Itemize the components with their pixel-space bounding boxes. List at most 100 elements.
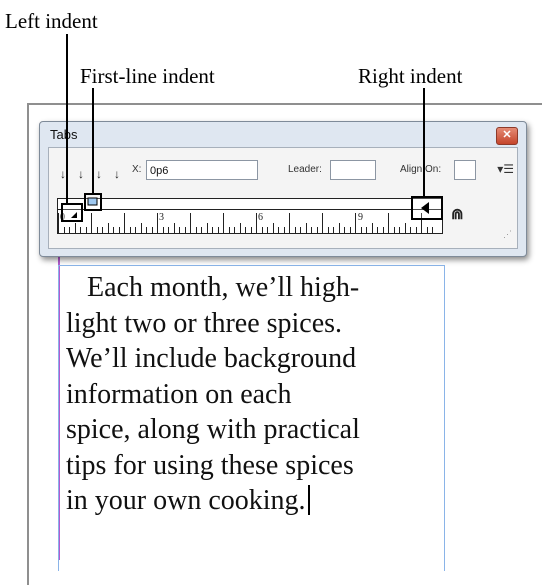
ruler-tick (327, 227, 329, 233)
ruler-tick (250, 227, 252, 233)
ruler-tick (107, 223, 109, 233)
left-indent-marker[interactable] (61, 203, 83, 222)
tab-ruler[interactable]: 0 3 6 9 (57, 198, 443, 234)
right-indent-triangle-icon (421, 202, 429, 214)
text-line-6: tips for using these spices (66, 449, 354, 481)
ruler-tick (74, 223, 76, 233)
ruler-tick (184, 227, 186, 233)
panel-menu-icon[interactable]: ▾☰ (497, 162, 514, 176)
ruler-tick (91, 213, 92, 233)
ruler-tick (63, 227, 65, 233)
ruler-number-9: 9 (358, 212, 363, 223)
ruler-tick (338, 223, 340, 233)
right-indent-leader (423, 88, 425, 197)
close-button[interactable]: ✕ (496, 127, 518, 145)
ruler-tick (162, 227, 164, 233)
left-indent-callout: Left indent (5, 9, 98, 33)
left-indent-leader (66, 34, 68, 204)
right-indent-callout: Right indent (358, 64, 463, 88)
ruler-tick (278, 227, 279, 233)
ruler-tick (316, 227, 318, 233)
leader-field[interactable] (330, 160, 376, 180)
ruler-tick (173, 223, 175, 233)
panel-title: Tabs (50, 127, 78, 142)
ruler-tick (404, 223, 406, 233)
ruler-tick (245, 227, 246, 233)
x-position-field[interactable]: 0p6 (146, 160, 258, 180)
ruler-tick (146, 227, 147, 233)
left-indent-triangle-icon (71, 212, 77, 218)
ruler-tick (410, 227, 411, 233)
ruler-tick (135, 227, 136, 233)
right-justified-tab-icon[interactable]: ↓ (94, 167, 104, 181)
ruler-tick (113, 227, 114, 233)
body-text[interactable]: Each month, we’ll high- light two or thr… (66, 270, 436, 519)
ruler-tick (388, 213, 389, 233)
text-line-7: in your own cooking. (66, 485, 306, 516)
first-line-indent-callout: First-line indent (80, 64, 215, 88)
ruler-tick (217, 227, 219, 233)
ruler-tick (415, 227, 417, 233)
align-on-field[interactable] (454, 160, 476, 180)
ruler-tick (399, 227, 400, 233)
ruler-tick (223, 213, 224, 233)
ruler-tick (393, 227, 395, 233)
first-line-indent-triangle-icon (87, 197, 98, 206)
ruler-tick (289, 213, 290, 233)
ruler-tick (124, 213, 125, 233)
ruler-tick (371, 223, 373, 233)
ruler-tick (305, 223, 307, 233)
ruler-tick (344, 227, 345, 233)
ruler-tick (239, 223, 241, 233)
ruler-tick (201, 227, 202, 233)
ruler-tick (366, 227, 367, 233)
resize-grip-icon[interactable]: ⋰ (503, 229, 512, 240)
right-indent-marker[interactable] (411, 196, 443, 220)
ruler-tick (256, 213, 257, 233)
ruler-number-6: 6 (258, 212, 263, 223)
tab-stop-band[interactable] (58, 199, 442, 210)
ruler-tick (377, 227, 378, 233)
ruler-tick (190, 213, 191, 233)
text-cursor (307, 485, 310, 515)
ruler-tick (118, 227, 120, 233)
ruler-tick (102, 227, 103, 233)
ruler-tick (96, 227, 98, 233)
ruler-tick (228, 227, 230, 233)
ruler-tick (212, 227, 213, 233)
ruler-tick (195, 227, 197, 233)
center-justified-tab-icon[interactable]: ↓ (76, 167, 86, 181)
leader-label: Leader: (288, 164, 322, 175)
tabs-panel: Tabs ✕ ↓ ↓ ↓ ↓ X: 0p6 Leader: Align On: … (39, 121, 527, 257)
ruler-tick (322, 213, 323, 233)
ruler-tick (261, 227, 263, 233)
ruler-tick (311, 227, 312, 233)
ruler-tick (206, 223, 208, 233)
text-line-3: We’ll include background (66, 343, 357, 374)
ruler-tick (294, 227, 296, 233)
ruler-tick (151, 227, 153, 233)
ruler-tick (300, 227, 301, 233)
ruler-number-3: 3 (159, 212, 164, 223)
ruler-tick (234, 227, 235, 233)
ruler-tick (272, 223, 274, 233)
ruler-tick (349, 227, 351, 233)
first-line-indent-leader (92, 88, 94, 194)
ruler-tick (168, 227, 169, 233)
align-on-label: Align On: (400, 164, 442, 175)
ruler-tick (157, 213, 158, 233)
ruler-tick (355, 213, 356, 233)
ruler-tick (432, 227, 433, 233)
magnet-icon[interactable]: ⋒ (451, 205, 464, 224)
ruler-tick (85, 227, 87, 233)
ruler-tick (140, 223, 142, 233)
ruler-tick (360, 227, 362, 233)
first-line-indent-marker[interactable] (84, 193, 102, 211)
x-label: X: (132, 164, 142, 175)
ruler-tick (58, 213, 59, 233)
ruler-tick (426, 227, 428, 233)
ruler-tick (69, 227, 70, 233)
ruler-tick (179, 227, 180, 233)
align-to-decimal-tab-icon[interactable]: ↓ (112, 167, 122, 181)
ruler-tick (267, 227, 268, 233)
